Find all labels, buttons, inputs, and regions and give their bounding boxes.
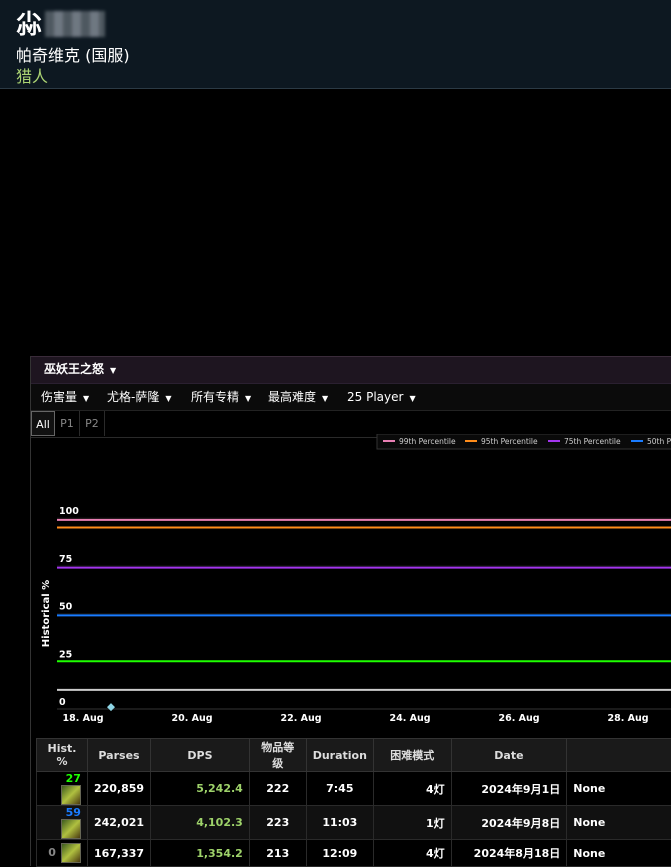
y-tick-label: 100 xyxy=(59,506,79,517)
legend-label: 95th Percentile xyxy=(481,437,538,446)
parses-cell: 220,859 xyxy=(87,772,150,806)
legend-label: 50th Percentile xyxy=(647,437,671,446)
dps-cell: 1,354.2 xyxy=(151,840,250,867)
table-header-row: Hist. % Parses DPS 物品等级 Duration 困难模式 Da… xyxy=(37,739,671,772)
table-row[interactable]: 59 242,0214,102.322311:031灯2024年9月8日None xyxy=(37,806,671,840)
spec-icon xyxy=(61,843,81,863)
hist-pct-value: 59 xyxy=(66,806,81,819)
character-class: 猎人 xyxy=(16,63,48,87)
duration-cell: 11:03 xyxy=(306,806,373,840)
character-name-text: 尛 xyxy=(16,10,43,40)
extra-cell: None xyxy=(567,772,671,806)
chevron-down-icon: ▼ xyxy=(165,394,171,403)
col-date[interactable]: Date xyxy=(451,739,567,772)
chevron-down-icon: ▼ xyxy=(245,394,251,403)
date-cell[interactable]: 2024年9月8日 xyxy=(451,806,567,840)
col-extra xyxy=(567,739,671,772)
legend-label: 75th Percentile xyxy=(564,437,621,446)
filter-label: 尤格-萨隆 xyxy=(107,390,159,404)
col-ilvl[interactable]: 物品等级 xyxy=(249,739,306,772)
y-tick-label: 25 xyxy=(59,649,72,660)
y-axis-label: Historical % xyxy=(41,580,52,647)
duration-cell: 12:09 xyxy=(306,840,373,867)
filter-metric[interactable]: 伤害量 ▼ xyxy=(41,384,89,412)
chevron-down-icon: ▼ xyxy=(409,394,415,403)
ilvl-cell: 223 xyxy=(249,806,306,840)
filter-size[interactable]: 25 Player ▼ xyxy=(347,384,416,412)
filter-label: 伤害量 xyxy=(41,390,77,404)
filter-difficulty[interactable]: 最高难度 ▼ xyxy=(268,384,328,412)
tab-all[interactable]: All xyxy=(31,411,55,436)
rankings-panel: 巫妖王之怒 ▼ 伤害量 ▼ 尤格-萨隆 ▼ 所有专精 ▼ 最高难度 ▼ 25 Player… xyxy=(30,356,671,866)
table-row[interactable]: 0 167,3371,354.221312:094灯2024年8月18日None xyxy=(37,840,671,867)
legend-label: 99th Percentile xyxy=(399,437,456,446)
x-tick-label: 28. Aug xyxy=(607,713,648,724)
ilvl-cell: 222 xyxy=(249,772,306,806)
filter-label: 最高难度 xyxy=(268,390,316,404)
filter-label: 25 Player xyxy=(347,390,403,404)
parses-table: Hist. % Parses DPS 物品等级 Duration 困难模式 Da… xyxy=(36,738,671,867)
hist-pct-value: 27 xyxy=(66,772,81,785)
hist-pct-value: 0 xyxy=(48,846,56,859)
spec-icon xyxy=(61,819,81,839)
x-tick-label: 20. Aug xyxy=(171,713,212,724)
tab-p2[interactable]: P2 xyxy=(80,411,105,436)
col-hist-pct[interactable]: Hist. % xyxy=(37,739,88,772)
extra-cell: None xyxy=(567,840,671,867)
hist-pct-cell: 27 xyxy=(37,772,88,806)
hist-pct-cell: 59 xyxy=(37,806,88,840)
character-header: 尛 帕奇维克 (国服) 猎人 xyxy=(0,0,671,89)
duration-cell: 7:45 xyxy=(306,772,373,806)
date-cell[interactable]: 2024年9月1日 xyxy=(451,772,567,806)
filter-label: 所有专精 xyxy=(191,390,239,404)
x-tick-label: 22. Aug xyxy=(280,713,321,724)
tab-p1[interactable]: P1 xyxy=(55,411,80,436)
dps-cell: 5,242.4 xyxy=(151,772,250,806)
date-cell[interactable]: 2024年8月18日 xyxy=(451,840,567,867)
parses-cell: 242,021 xyxy=(87,806,150,840)
col-dps[interactable]: DPS xyxy=(151,739,250,772)
data-point xyxy=(107,703,115,711)
chart-svg: 99th Percentile 95th Percentile 75th Perce… xyxy=(31,434,671,730)
extra-cell: None xyxy=(567,806,671,840)
percentile-chart: 99th Percentile 95th Percentile 75th Perce… xyxy=(31,434,671,730)
filter-boss[interactable]: 尤格-萨隆 ▼ xyxy=(107,384,172,412)
table-row[interactable]: 27 220,8595,242.42227:454灯2024年9月1日None xyxy=(37,772,671,806)
hard-mode-cell: 1灯 xyxy=(373,806,451,840)
x-tick-label: 26. Aug xyxy=(498,713,539,724)
chevron-down-icon: ▼ xyxy=(110,366,116,375)
ilvl-cell: 213 xyxy=(249,840,306,867)
zone-selector[interactable]: 巫妖王之怒 ▼ xyxy=(31,356,671,384)
hard-mode-cell: 4灯 xyxy=(373,840,451,867)
x-tick-label: 24. Aug xyxy=(389,713,430,724)
parses-cell: 167,337 xyxy=(87,840,150,867)
hard-mode-cell: 4灯 xyxy=(373,772,451,806)
col-parses[interactable]: Parses xyxy=(87,739,150,772)
dps-cell: 4,102.3 xyxy=(151,806,250,840)
y-tick-label: 50 xyxy=(59,602,73,613)
filter-bar: 伤害量 ▼ 尤格-萨隆 ▼ 所有专精 ▼ 最高难度 ▼ 25 Player ▼ xyxy=(31,384,671,411)
filter-spec[interactable]: 所有专精 ▼ xyxy=(191,384,251,412)
chevron-down-icon: ▼ xyxy=(83,394,89,403)
hist-pct-cell: 0 xyxy=(37,840,88,867)
character-name: 尛 xyxy=(16,4,105,41)
y-tick-label: 0 xyxy=(59,697,66,708)
y-tick-label: 75 xyxy=(59,554,72,565)
blurred-name xyxy=(45,11,105,37)
col-hard-mode[interactable]: 困难模式 xyxy=(373,739,451,772)
zone-name: 巫妖王之怒 xyxy=(44,362,104,376)
col-duration[interactable]: Duration xyxy=(306,739,373,772)
x-tick-label: 18. Aug xyxy=(62,713,103,724)
chevron-down-icon: ▼ xyxy=(322,394,328,403)
spec-icon xyxy=(61,785,81,805)
